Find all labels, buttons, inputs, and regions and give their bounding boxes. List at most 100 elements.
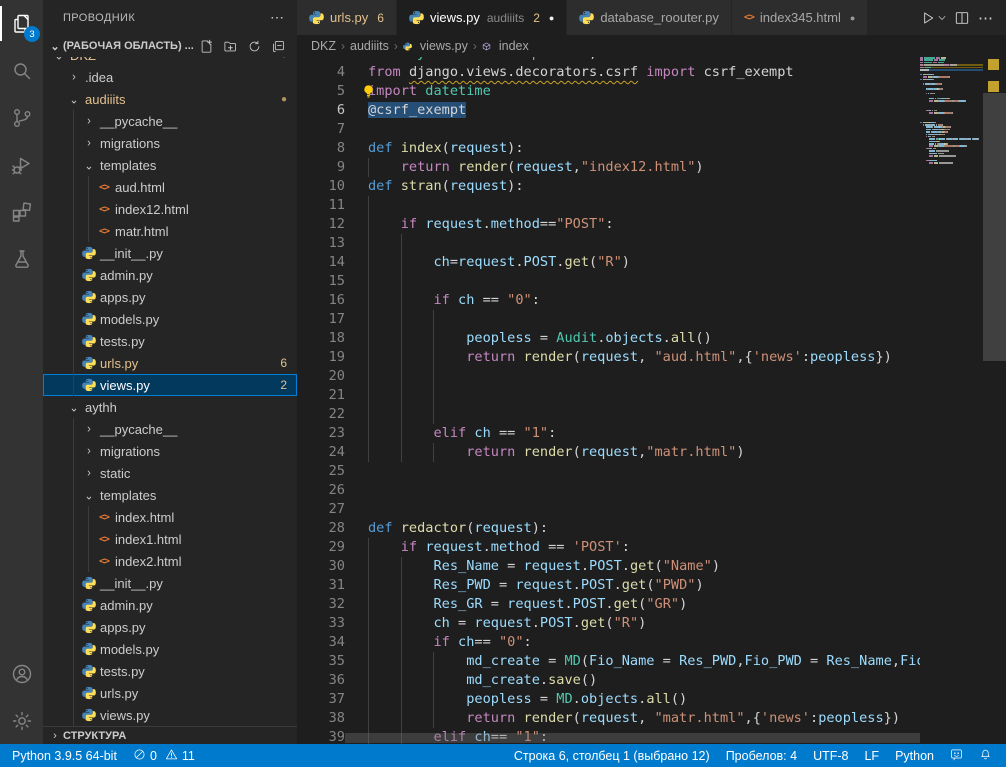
settings-gear-icon[interactable] — [0, 697, 43, 744]
tree-file-index12.html[interactable]: <>index12.html — [43, 198, 297, 220]
modified-dot-icon[interactable]: ● — [549, 13, 554, 23]
code-line-32[interactable]: 32 Res_GR = request.POST.get("GR") — [297, 595, 983, 614]
problems[interactable]: 011 — [125, 744, 203, 767]
tab-database_roouter.py[interactable]: database_roouter.py — [567, 0, 732, 35]
eol[interactable]: LF — [856, 744, 887, 767]
tree-file-urls.py[interactable]: urls.py — [43, 682, 297, 704]
tree-folder-templates[interactable]: ⌄templates — [43, 484, 297, 506]
tree-file-index1.html[interactable]: <>index1.html — [43, 528, 297, 550]
code-line-27[interactable]: 27 — [297, 500, 983, 519]
breadcrumb-item-audiiits[interactable]: audiiits — [350, 39, 389, 53]
collapse-all-icon[interactable] — [269, 37, 287, 55]
code-line-35[interactable]: 35 md_create = MD(Fio_Name = Res_PWD,Fio… — [297, 652, 983, 671]
run-debug-icon[interactable] — [0, 141, 43, 188]
code-line-15[interactable]: 15 — [297, 272, 983, 291]
code-line-28[interactable]: 28def redactor(request): — [297, 519, 983, 538]
workspace-section-header[interactable]: ⌄ (РАБОЧАЯ ОБЛАСТЬ) ... — [43, 35, 297, 57]
tree-file-matr.html[interactable]: <>matr.html — [43, 220, 297, 242]
tree-file-tests.py[interactable]: tests.py — [43, 330, 297, 352]
breadcrumb-item-index[interactable]: index — [482, 39, 529, 53]
search-icon[interactable] — [0, 47, 43, 94]
tree-file-admin.py[interactable]: admin.py — [43, 264, 297, 286]
code-line-12[interactable]: 12 if request.method=="POST": — [297, 215, 983, 234]
tree-file-__init__.py[interactable]: __init__.py — [43, 242, 297, 264]
tree-folder-__pycache__[interactable]: ›__pycache__ — [43, 418, 297, 440]
tree-file-apps.py[interactable]: apps.py — [43, 286, 297, 308]
code-line-38[interactable]: 38 return render(request, "matr.html",{'… — [297, 709, 983, 728]
code-line-33[interactable]: 33 ch = request.POST.get("R") — [297, 614, 983, 633]
horizontal-scrollbar[interactable] — [345, 733, 920, 743]
tree-folder-migrations[interactable]: ›migrations — [43, 440, 297, 462]
explorer-icon[interactable]: 3 — [0, 0, 43, 47]
tab-index345.html[interactable]: <>index345.html● — [732, 0, 868, 35]
tree-file-views.py[interactable]: views.py — [43, 704, 297, 726]
code-line-24[interactable]: 24 return render(request,"matr.html") — [297, 443, 983, 462]
more-actions-button[interactable]: ⋯ — [976, 7, 996, 29]
code-line-25[interactable]: 25 — [297, 462, 983, 481]
python-interpreter[interactable]: Python 3.9.5 64-bit — [4, 744, 125, 767]
code-line-11[interactable]: 11 — [297, 196, 983, 215]
code-line-19[interactable]: 19 return render(request, "aud.html",{'n… — [297, 348, 983, 367]
encoding[interactable]: UTF-8 — [805, 744, 856, 767]
code-line-21[interactable]: 21 — [297, 386, 983, 405]
code-line-37[interactable]: 37 peopless = MD.objects.all() — [297, 690, 983, 709]
code-line-8[interactable]: 8def index(request): — [297, 139, 983, 158]
code-line-23[interactable]: 23 elif ch == "1": — [297, 424, 983, 443]
accounts-icon[interactable] — [0, 650, 43, 697]
tree-file-admin.py[interactable]: admin.py — [43, 594, 297, 616]
sidebar-more-actions-icon[interactable]: ⋯ — [270, 9, 285, 26]
run-dropdown-chevron-icon[interactable] — [936, 7, 948, 29]
code-line-26[interactable]: 26 — [297, 481, 983, 500]
outline-section-header[interactable]: › СТРУКТУРА — [43, 726, 297, 744]
code-line-30[interactable]: 30 Res_Name = request.POST.get("Name") — [297, 557, 983, 576]
minimap[interactable] — [920, 57, 983, 744]
code-editor[interactable]: 3from aythh.models import MD,Audit4from … — [297, 57, 1006, 744]
code-line-31[interactable]: 31 Res_PWD = request.POST.get("PWD") — [297, 576, 983, 595]
code-line-7[interactable]: 7 — [297, 120, 983, 139]
code-line-36[interactable]: 36 md_create.save() — [297, 671, 983, 690]
code-line-22[interactable]: 22 — [297, 405, 983, 424]
code-line-5[interactable]: 5import datetime — [297, 82, 983, 101]
new-file-icon[interactable] — [197, 37, 215, 55]
tree-folder-migrations[interactable]: ›migrations — [43, 132, 297, 154]
code-line-10[interactable]: 10def stran(request): — [297, 177, 983, 196]
extensions-icon[interactable] — [0, 188, 43, 235]
notifications[interactable] — [971, 744, 1000, 767]
tree-file-tests.py[interactable]: tests.py — [43, 660, 297, 682]
breadcrumb-item-views.py[interactable]: views.py — [403, 39, 468, 53]
refresh-icon[interactable] — [245, 37, 263, 55]
code-line-17[interactable]: 17 — [297, 310, 983, 329]
tree-file-views.py[interactable]: views.py2 — [43, 374, 297, 396]
tree-folder-DKZ[interactable]: ⌄DKZ● — [43, 57, 297, 66]
tree-file-index2.html[interactable]: <>index2.html — [43, 550, 297, 572]
code-line-13[interactable]: 13 — [297, 234, 983, 253]
code-line-14[interactable]: 14 ch=request.POST.get("R") — [297, 253, 983, 272]
code-line-20[interactable]: 20 — [297, 367, 983, 386]
run-python-file-button[interactable] — [918, 7, 938, 29]
tree-folder-.idea[interactable]: ›.idea — [43, 66, 297, 88]
tab-views.py[interactable]: views.pyaudiiits2● — [397, 0, 567, 35]
code-line-34[interactable]: 34 if ch== "0": — [297, 633, 983, 652]
tree-file-index.html[interactable]: <>index.html — [43, 506, 297, 528]
tree-file-urls.py[interactable]: urls.py6 — [43, 352, 297, 374]
tree-file-aud.html[interactable]: <>aud.html — [43, 176, 297, 198]
code-line-16[interactable]: 16 if ch == "0": — [297, 291, 983, 310]
tree-file-models.py[interactable]: models.py — [43, 308, 297, 330]
new-folder-icon[interactable] — [221, 37, 239, 55]
code-line-29[interactable]: 29 if request.method == 'POST': — [297, 538, 983, 557]
modified-dot-icon[interactable]: ● — [850, 13, 855, 23]
tree-folder-aythh[interactable]: ⌄aythh — [43, 396, 297, 418]
cursor-position[interactable]: Строка 6, столбец 1 (выбрано 12) — [506, 744, 718, 767]
split-editor-button[interactable] — [952, 7, 972, 29]
feedback[interactable] — [942, 744, 971, 767]
indentation[interactable]: Пробелов: 4 — [718, 744, 805, 767]
code-line-6[interactable]: 6@csrf_exempt — [297, 101, 983, 120]
tree-folder-audiiits[interactable]: ⌄audiiits● — [43, 88, 297, 110]
code-line-9[interactable]: 9 return render(request,"index12.html") — [297, 158, 983, 177]
source-control-icon[interactable] — [0, 94, 43, 141]
tab-urls.py[interactable]: urls.py6 — [297, 0, 397, 35]
vertical-scrollbar[interactable] — [983, 93, 1006, 361]
breadcrumb-item-DKZ[interactable]: DKZ — [311, 39, 336, 53]
tree-folder-static[interactable]: ›static — [43, 462, 297, 484]
testing-icon[interactable] — [0, 235, 43, 282]
